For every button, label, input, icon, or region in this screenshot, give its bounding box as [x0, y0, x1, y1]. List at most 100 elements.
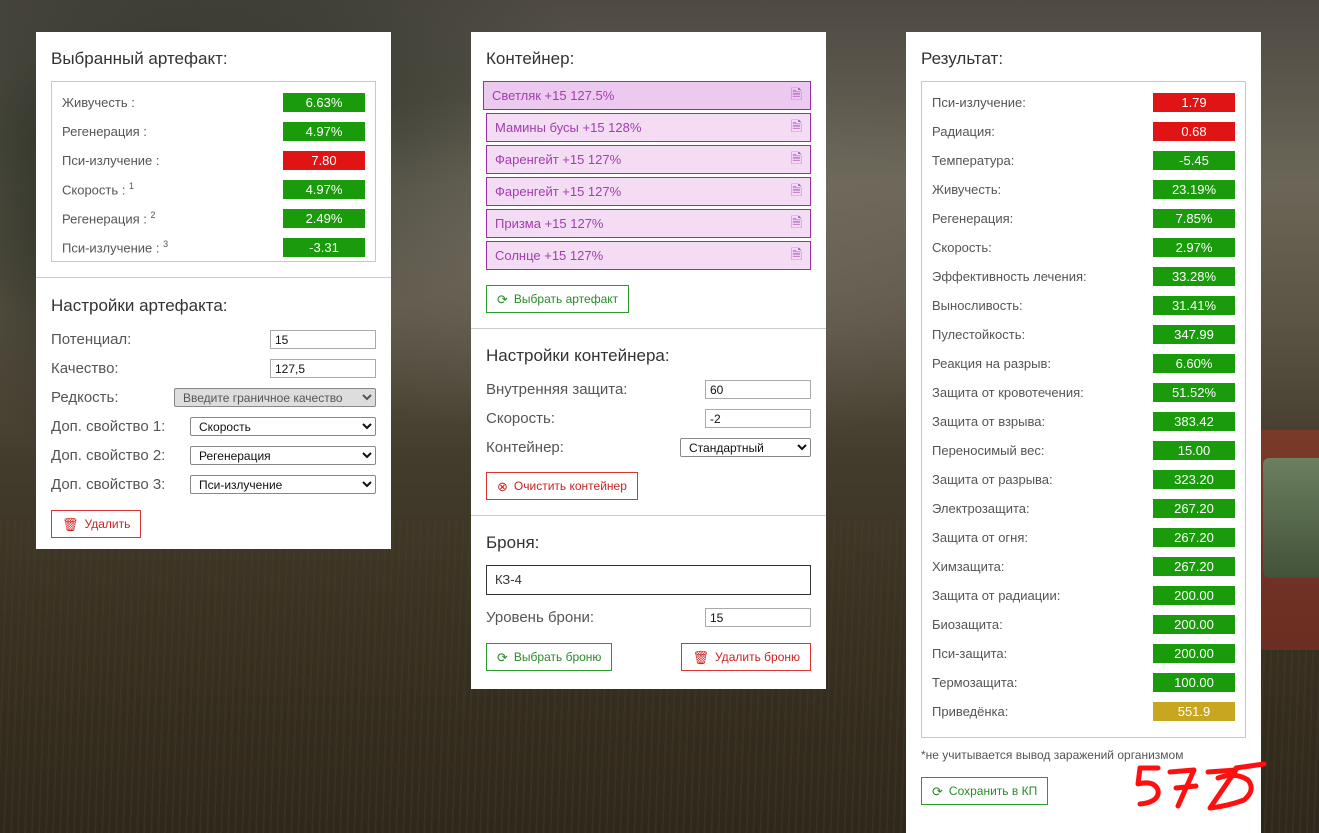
stat-label: Защита от разрыва: — [932, 472, 1053, 487]
container-artifact-item[interactable]: Призма +15 127% 🗎 — [486, 209, 811, 238]
document-icon[interactable]: 🗎 — [791, 148, 802, 172]
rarity-select[interactable]: Введите граничное качество — [174, 388, 376, 407]
choose-artifact-button[interactable]: ⟳ Выбрать артефакт — [486, 285, 630, 313]
quality-input[interactable] — [270, 359, 376, 378]
extra2-select[interactable]: Регенерация — [190, 446, 376, 465]
trash-icon: 🗑 — [62, 516, 79, 532]
delete-artifact-button[interactable]: 🗑 Удалить — [51, 510, 142, 538]
stat-value: 267.20 — [1153, 499, 1235, 518]
stat-row: Защита от разрыва: 323.20 — [932, 465, 1235, 494]
stat-label: Выносливость: — [932, 298, 1023, 313]
stat-row: Пси-излучение: 1.79 — [932, 88, 1235, 117]
container-speed-row: Скорость: — [486, 404, 811, 433]
choose-armor-button[interactable]: ⟳ Выбрать броню — [486, 643, 613, 671]
stat-label: Пси-излучение: — [932, 95, 1026, 110]
container-artifact-label: Фаренгейт +15 127% — [495, 184, 622, 199]
extra3-label: Доп. свойство 3: — [51, 476, 166, 493]
stat-label: Пси-защита: — [932, 646, 1008, 661]
armor-level-input[interactable] — [705, 608, 811, 627]
stat-label: Скорость : 1 — [62, 181, 135, 198]
stat-row: Скорость : 1 4.97% — [62, 175, 365, 204]
extra3-select[interactable]: Пси-излучение — [190, 475, 376, 494]
container-artifact-label: Мамины бусы +15 128% — [495, 120, 642, 135]
container-artifact-item[interactable]: Светляк +15 127.5% 🗎 — [483, 81, 811, 110]
potential-row: Потенциал: — [51, 325, 376, 354]
armor-name-field[interactable]: КЗ-4 — [486, 565, 811, 595]
result-title: Результат: — [921, 49, 1004, 68]
stat-value: 31.41% — [1153, 296, 1235, 315]
extra1-label: Доп. свойство 1: — [51, 418, 166, 435]
stat-label: Скорость: — [932, 240, 992, 255]
stat-value: 2.97% — [1153, 238, 1235, 257]
stat-value: 2.49% — [283, 209, 365, 228]
stat-row: Пси-излучение : 3 -3.31 — [62, 233, 365, 262]
stat-label: Регенерация : 2 — [62, 210, 156, 227]
stat-row: Пулестойкость: 347.99 — [932, 320, 1235, 349]
stat-label: Эффективность лечения: — [932, 269, 1087, 284]
stat-label: Защита от радиации: — [932, 588, 1061, 603]
document-icon[interactable]: 🗎 — [791, 116, 802, 140]
document-icon[interactable]: 🗎 — [791, 244, 802, 268]
stat-row: Химзащита: 267.20 — [932, 552, 1235, 581]
stat-label: Пси-излучение : 3 — [62, 239, 169, 256]
protection-input[interactable] — [705, 380, 811, 399]
stat-value: 323.20 — [1153, 470, 1235, 489]
clear-container-button[interactable]: ⊗ Очистить контейнер — [486, 472, 638, 500]
stat-row: Переносимый вес: 15.00 — [932, 436, 1235, 465]
stat-label: Электрозащита: — [932, 501, 1030, 516]
stat-row: Температура: -5.45 — [932, 146, 1235, 175]
refresh-icon: ⟳ — [932, 783, 943, 799]
stat-row: Электрозащита: 267.20 — [932, 494, 1235, 523]
stat-label: Защита от взрыва: — [932, 414, 1046, 429]
stat-row: Выносливость: 31.41% — [932, 291, 1235, 320]
armor-level-label: Уровень брони: — [486, 609, 595, 626]
stat-label: Регенерация: — [932, 211, 1014, 226]
stat-row: Регенерация: 7.85% — [932, 204, 1235, 233]
stat-row: Пси-защита: 200.00 — [932, 639, 1235, 668]
stat-label: Биозащита: — [932, 617, 1003, 632]
stat-value: 200.00 — [1153, 586, 1235, 605]
quality-label: Качество: — [51, 360, 119, 377]
stat-label: Защита от огня: — [932, 530, 1029, 545]
document-icon[interactable]: 🗎 — [791, 180, 802, 204]
artifact-panel: Выбранный артефакт: Живучесть : 6.63% Реге… — [36, 32, 391, 549]
result-panel: Результат: Пси-излучение: 1.79 Радиация: 0.… — [906, 32, 1261, 833]
stat-row: Защита от кровотечения: 51.52% — [932, 378, 1235, 407]
extra3-row: Доп. свойство 3: Пси-излучение — [51, 470, 376, 499]
container-settings-title: Настройки контейнера: — [486, 346, 670, 365]
potential-input[interactable] — [270, 330, 376, 349]
stat-value: 1.79 — [1153, 93, 1235, 112]
cancel-circle-icon: ⊗ — [497, 478, 508, 494]
artifact-settings-title: Настройки артефакта: — [51, 296, 228, 315]
protection-row: Внутренняя защита: — [486, 375, 811, 404]
container-artifact-item[interactable]: Фаренгейт +15 127% 🗎 — [486, 177, 811, 206]
stat-row: Реакция на разрыв: 6.60% — [932, 349, 1235, 378]
container-type-select[interactable]: Стандартный — [680, 438, 811, 457]
delete-armor-button[interactable]: 🗑 Удалить броню — [681, 643, 811, 671]
container-item-list: Светляк +15 127.5% 🗎 Мамины бусы +15 128% 🗎… — [483, 81, 811, 270]
stat-row: Защита от взрыва: 383.42 — [932, 407, 1235, 436]
document-icon[interactable]: 🗎 — [791, 212, 802, 236]
stat-value: 33.28% — [1153, 267, 1235, 286]
container-title: Контейнер: — [486, 49, 575, 68]
result-stats-box: Пси-излучение: 1.79 Радиация: 0.68 Температу… — [921, 81, 1246, 738]
container-artifact-item[interactable]: Солнце +15 127% 🗎 — [486, 241, 811, 270]
container-speed-input[interactable] — [705, 409, 811, 428]
stat-value: -3.31 — [283, 238, 365, 257]
stat-value: 6.63% — [283, 93, 365, 112]
stat-row: Биозащита: 200.00 — [932, 610, 1235, 639]
save-to-kp-button[interactable]: ⟳ Сохранить в КП — [921, 777, 1049, 805]
stat-value: 15.00 — [1153, 441, 1235, 460]
stat-label: Живучесть: — [932, 182, 1002, 197]
document-icon[interactable]: 🗎 — [791, 84, 802, 108]
extra1-select[interactable]: Скорость — [190, 417, 376, 436]
container-artifact-item[interactable]: Фаренгейт +15 127% 🗎 — [486, 145, 811, 174]
stat-row: Защита от огня: 267.20 — [932, 523, 1235, 552]
stat-row: Эффективность лечения: 33.28% — [932, 262, 1235, 291]
stat-value: 200.00 — [1153, 615, 1235, 634]
stat-label: Реакция на разрыв: — [932, 356, 1051, 371]
stat-label: Температура: — [932, 153, 1015, 168]
refresh-icon: ⟳ — [497, 649, 508, 665]
container-artifact-item[interactable]: Мамины бусы +15 128% 🗎 — [486, 113, 811, 142]
container-type-label: Контейнер: — [486, 439, 564, 456]
